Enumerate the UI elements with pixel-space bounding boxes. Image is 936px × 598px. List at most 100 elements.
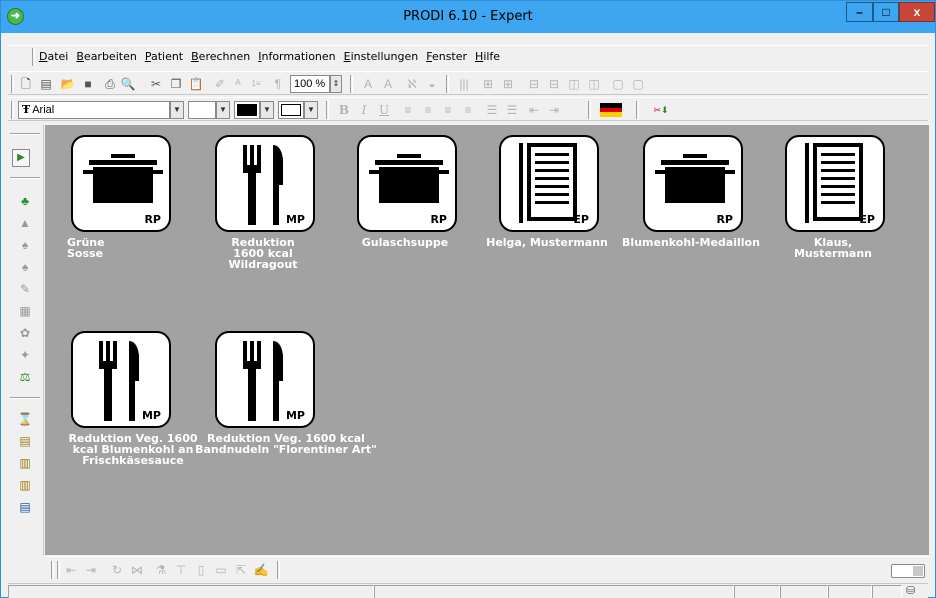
- table-insert-row-icon[interactable]: ⊟: [526, 76, 542, 92]
- edit-list-icon[interactable]: ▥: [17, 455, 33, 471]
- menu-bearbeiten[interactable]: Bearbeiten: [75, 50, 137, 63]
- menu-datei[interactable]: Datei: [38, 50, 69, 63]
- document-tile[interactable]: RP Grüne Sosse: [49, 125, 189, 265]
- indent-decrease-icon[interactable]: ⇤: [526, 102, 542, 118]
- table-merge-icon[interactable]: ▢: [610, 76, 626, 92]
- print-preview-icon[interactable]: 🔍: [120, 76, 136, 92]
- expand-panel-button[interactable]: ▶: [12, 149, 30, 167]
- toolbar-grip[interactable]: [51, 561, 54, 579]
- pot-icon[interactable]: RP: [357, 135, 457, 232]
- special-char-icon[interactable]: ℵ: [404, 76, 420, 92]
- font-size-dropdown-icon[interactable]: ▼: [216, 101, 230, 119]
- underline-icon[interactable]: U: [376, 102, 392, 118]
- lab-flask-icon[interactable]: ⚗: [153, 562, 169, 578]
- table-delete-col-icon[interactable]: ◫: [586, 76, 602, 92]
- numbering-icon[interactable]: 1≡: [248, 76, 264, 92]
- document-tile[interactable]: RP Gulaschsuppe: [335, 125, 475, 265]
- align-center-icon[interactable]: ≡: [420, 102, 436, 118]
- document-icon[interactable]: EP: [785, 135, 885, 232]
- tree-icon[interactable]: ⊤: [173, 562, 189, 578]
- insert-after-icon[interactable]: ⇥: [83, 562, 99, 578]
- print-icon[interactable]: ⎙: [102, 76, 118, 92]
- table-icon[interactable]: ⊞: [480, 76, 496, 92]
- compare-icon[interactable]: ✦: [17, 347, 33, 363]
- new-document-icon[interactable]: 🗋: [18, 76, 34, 92]
- text-color-picker[interactable]: [234, 101, 260, 119]
- menu-patient[interactable]: Patient: [144, 50, 184, 63]
- toolbar-grip[interactable]: [11, 75, 14, 93]
- cut-icon[interactable]: ✂: [148, 76, 164, 92]
- maximize-button[interactable]: □: [873, 2, 899, 22]
- superscript-icon[interactable]: ᴬ: [230, 76, 246, 92]
- menu-grip[interactable]: [32, 48, 35, 66]
- panel-toggle[interactable]: [891, 564, 925, 578]
- open-folder-icon[interactable]: 📂: [60, 76, 76, 92]
- align-right-icon[interactable]: ≡: [440, 102, 456, 118]
- document-tile[interactable]: RP Blumenkohl-Medaillon: [621, 125, 761, 265]
- cutlery-icon[interactable]: MP: [215, 135, 315, 232]
- new-list-icon[interactable]: ▥: [17, 477, 33, 493]
- compare-tool-icon[interactable]: ⋈: [129, 562, 145, 578]
- italic-icon[interactable]: I: [356, 102, 372, 118]
- text-color-dropdown-icon[interactable]: ▼: [260, 101, 274, 119]
- font-size-select[interactable]: [188, 101, 216, 119]
- background-color-picker[interactable]: [278, 101, 304, 119]
- minimize-button[interactable]: –: [846, 2, 873, 22]
- menu-einstellungen[interactable]: Einstellungen: [343, 50, 420, 63]
- list-icon[interactable]: ▦: [17, 303, 33, 319]
- cutlery-icon[interactable]: MP: [71, 331, 171, 428]
- save-icon[interactable]: ■: [80, 76, 96, 92]
- font-grow-icon[interactable]: A: [360, 76, 376, 92]
- recipe-icon[interactable]: ♣: [17, 193, 33, 209]
- new-dropdown-icon[interactable]: ▤: [38, 76, 54, 92]
- menu-informationen[interactable]: Informationen: [257, 50, 336, 63]
- menu-fenster[interactable]: Fenster: [425, 50, 468, 63]
- pot-icon[interactable]: RP: [643, 135, 743, 232]
- cutlery-icon[interactable]: MP: [215, 331, 315, 428]
- german-flag-icon[interactable]: [600, 103, 622, 117]
- debinet-update-icon[interactable]: ✂⬇: [648, 102, 674, 118]
- food-icon[interactable]: ♠: [17, 237, 33, 253]
- paste-icon[interactable]: 📋: [188, 76, 204, 92]
- document-tile[interactable]: EP Helga, Mustermann: [477, 125, 617, 265]
- export-icon[interactable]: ⇱: [233, 562, 249, 578]
- paragraph-icon[interactable]: ¶: [270, 76, 286, 92]
- font-name-select[interactable]: Ŧ Arial: [18, 101, 170, 119]
- barcode-icon[interactable]: |||: [456, 76, 472, 92]
- menu-berechnen[interactable]: Berechnen: [190, 50, 251, 63]
- table-grid-icon[interactable]: ⊞: [500, 76, 516, 92]
- plan-icon[interactable]: ✎: [17, 281, 33, 297]
- background-color-dropdown-icon[interactable]: ▼: [304, 101, 318, 119]
- numbered-list-icon[interactable]: ☰: [504, 102, 520, 118]
- justify-icon[interactable]: ≡: [460, 102, 476, 118]
- format-painter-icon[interactable]: ✐: [212, 76, 228, 92]
- refresh-icon[interactable]: ↻: [109, 562, 125, 578]
- page-icon[interactable]: ▯: [193, 562, 209, 578]
- signature-icon[interactable]: ✍: [253, 562, 269, 578]
- menu-hilfe[interactable]: Hilfe: [474, 50, 501, 63]
- pot-icon[interactable]: RP: [71, 135, 171, 232]
- page-lines-icon[interactable]: ▭: [213, 562, 229, 578]
- zoom-spinner-icon[interactable]: ⇕: [330, 75, 342, 93]
- report-icon[interactable]: ▤: [17, 499, 33, 515]
- document-tile[interactable]: MP Reduktion Veg. 1600 kcal Bandnudeln "…: [193, 321, 379, 471]
- table-delete-row-icon[interactable]: ⊟: [546, 76, 562, 92]
- document-tile[interactable]: EP Klaus, Mustermann: [763, 125, 903, 265]
- zoom-field[interactable]: 100 %: [290, 75, 330, 93]
- bullet-list-icon[interactable]: ☰: [484, 102, 500, 118]
- document-tile[interactable]: MP Reduktion 1600 kcal Wildragout: [193, 125, 333, 275]
- left-toolbar-grip[interactable]: [10, 133, 40, 135]
- toolbar-grip[interactable]: [11, 101, 14, 119]
- scale-icon[interactable]: ⚖: [17, 369, 33, 385]
- table-split-icon[interactable]: ▢: [630, 76, 646, 92]
- chart-list-icon[interactable]: ▤: [17, 433, 33, 449]
- document-icon[interactable]: EP: [499, 135, 599, 232]
- copy-icon[interactable]: ❐: [168, 76, 184, 92]
- insert-before-icon[interactable]: ⇤: [63, 562, 79, 578]
- font-shrink-icon[interactable]: A: [380, 76, 396, 92]
- close-button[interactable]: x: [899, 2, 935, 22]
- align-left-icon[interactable]: ≡: [400, 102, 416, 118]
- image-insert-icon[interactable]: ◒: [424, 76, 440, 92]
- font-name-dropdown-icon[interactable]: ▼: [170, 101, 184, 119]
- meal-icon[interactable]: ♠: [17, 259, 33, 275]
